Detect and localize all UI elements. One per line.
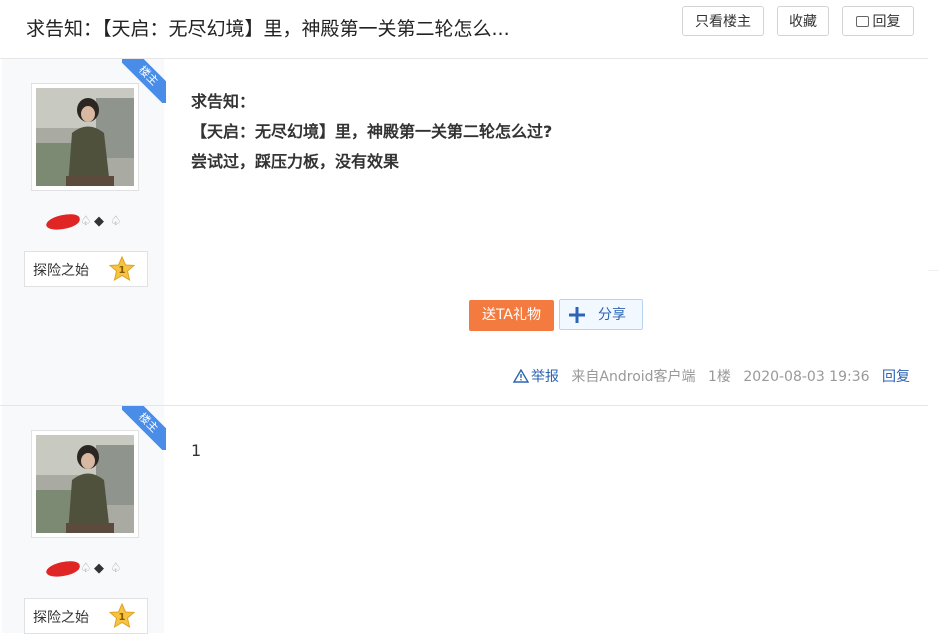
share-label: 分享	[598, 307, 626, 323]
post-source: 来自Android客户端	[571, 369, 696, 385]
diamond-icon: ◆	[94, 561, 104, 576]
post-line: 【天启：无尽幻境】里，神殿第一关第二轮怎么过?	[191, 122, 553, 141]
spade-icon: ♤	[80, 214, 92, 229]
post-content: 1	[191, 436, 201, 466]
post-content: 求告知： 【天启：无尽幻境】里，神殿第一关第二轮怎么过? 尝试过，踩压力板，没有…	[191, 87, 552, 177]
report-link[interactable]: 举报	[512, 369, 563, 385]
avatar[interactable]	[31, 430, 139, 538]
level-name: 探险之始	[33, 610, 89, 626]
floor-reply-link[interactable]: 回复	[882, 369, 910, 385]
thread-title: 求告知：【天启：无尽幻境】里，神殿第一关第二轮怎么...	[26, 18, 510, 40]
only-owner-button[interactable]: 只看楼主	[682, 6, 764, 36]
favorite-button[interactable]: 收藏	[777, 6, 829, 36]
post-floor-2: 楼主 ♤ ◆ ♤ 探险之始 1 1	[0, 406, 928, 634]
spade-icon: ♤	[110, 561, 122, 576]
level-badge[interactable]: 探险之始 1	[24, 598, 148, 634]
divider	[928, 270, 938, 271]
level-number: 1	[119, 612, 126, 623]
share-button[interactable]: 分享	[559, 299, 643, 330]
report-label: 举报	[530, 369, 559, 385]
thread-header: 求告知：【天启：无尽幻境】里，神殿第一关第二轮怎么... 只看楼主 收藏 回复	[0, 0, 928, 59]
reply-button-label: 回复	[872, 14, 901, 30]
comment-icon	[855, 16, 869, 27]
send-gift-button[interactable]: 送TA礼物	[469, 300, 554, 331]
level-number: 1	[119, 265, 126, 276]
diamond-icon: ◆	[94, 214, 104, 229]
post-floor-1: 楼主 ♤ ◆ ♤ 探险之始 1 求告知： 【天启：无尽幻境】里，神殿第一关第二轮…	[0, 59, 928, 406]
star-level-icon: 1	[109, 603, 135, 629]
share-plus-icon	[569, 307, 585, 323]
author-sidebar: 楼主 ♤ ◆ ♤ 探险之始 1	[2, 406, 166, 634]
post-line: 求告知：	[191, 92, 256, 111]
username-redacted	[45, 559, 81, 579]
post-line: 1	[191, 441, 202, 460]
warning-icon	[512, 369, 529, 383]
post-time: 2020-08-03 19:36	[743, 369, 870, 385]
reply-button[interactable]: 回复	[842, 6, 914, 36]
star-level-icon: 1	[109, 256, 135, 282]
spade-icon: ♤	[80, 561, 92, 576]
post-tail: 举报 来自Android客户端 1楼 2020-08-03 19:36 回复	[512, 366, 910, 386]
post-line: 尝试过，踩压力板，没有效果	[191, 152, 400, 171]
author-sidebar: 楼主 ♤ ◆ ♤ 探险之始 1	[2, 59, 166, 405]
level-name: 探险之始	[33, 263, 89, 279]
avatar-image	[36, 435, 134, 533]
username-redacted	[45, 212, 81, 232]
avatar-image	[36, 88, 134, 186]
avatar[interactable]	[31, 83, 139, 191]
spade-icon: ♤	[110, 214, 122, 229]
level-badge[interactable]: 探险之始 1	[24, 251, 148, 287]
thread-page: 求告知：【天启：无尽幻境】里，神殿第一关第二轮怎么... 只看楼主 收藏 回复 …	[0, 0, 938, 634]
floor-number: 1楼	[708, 369, 731, 385]
